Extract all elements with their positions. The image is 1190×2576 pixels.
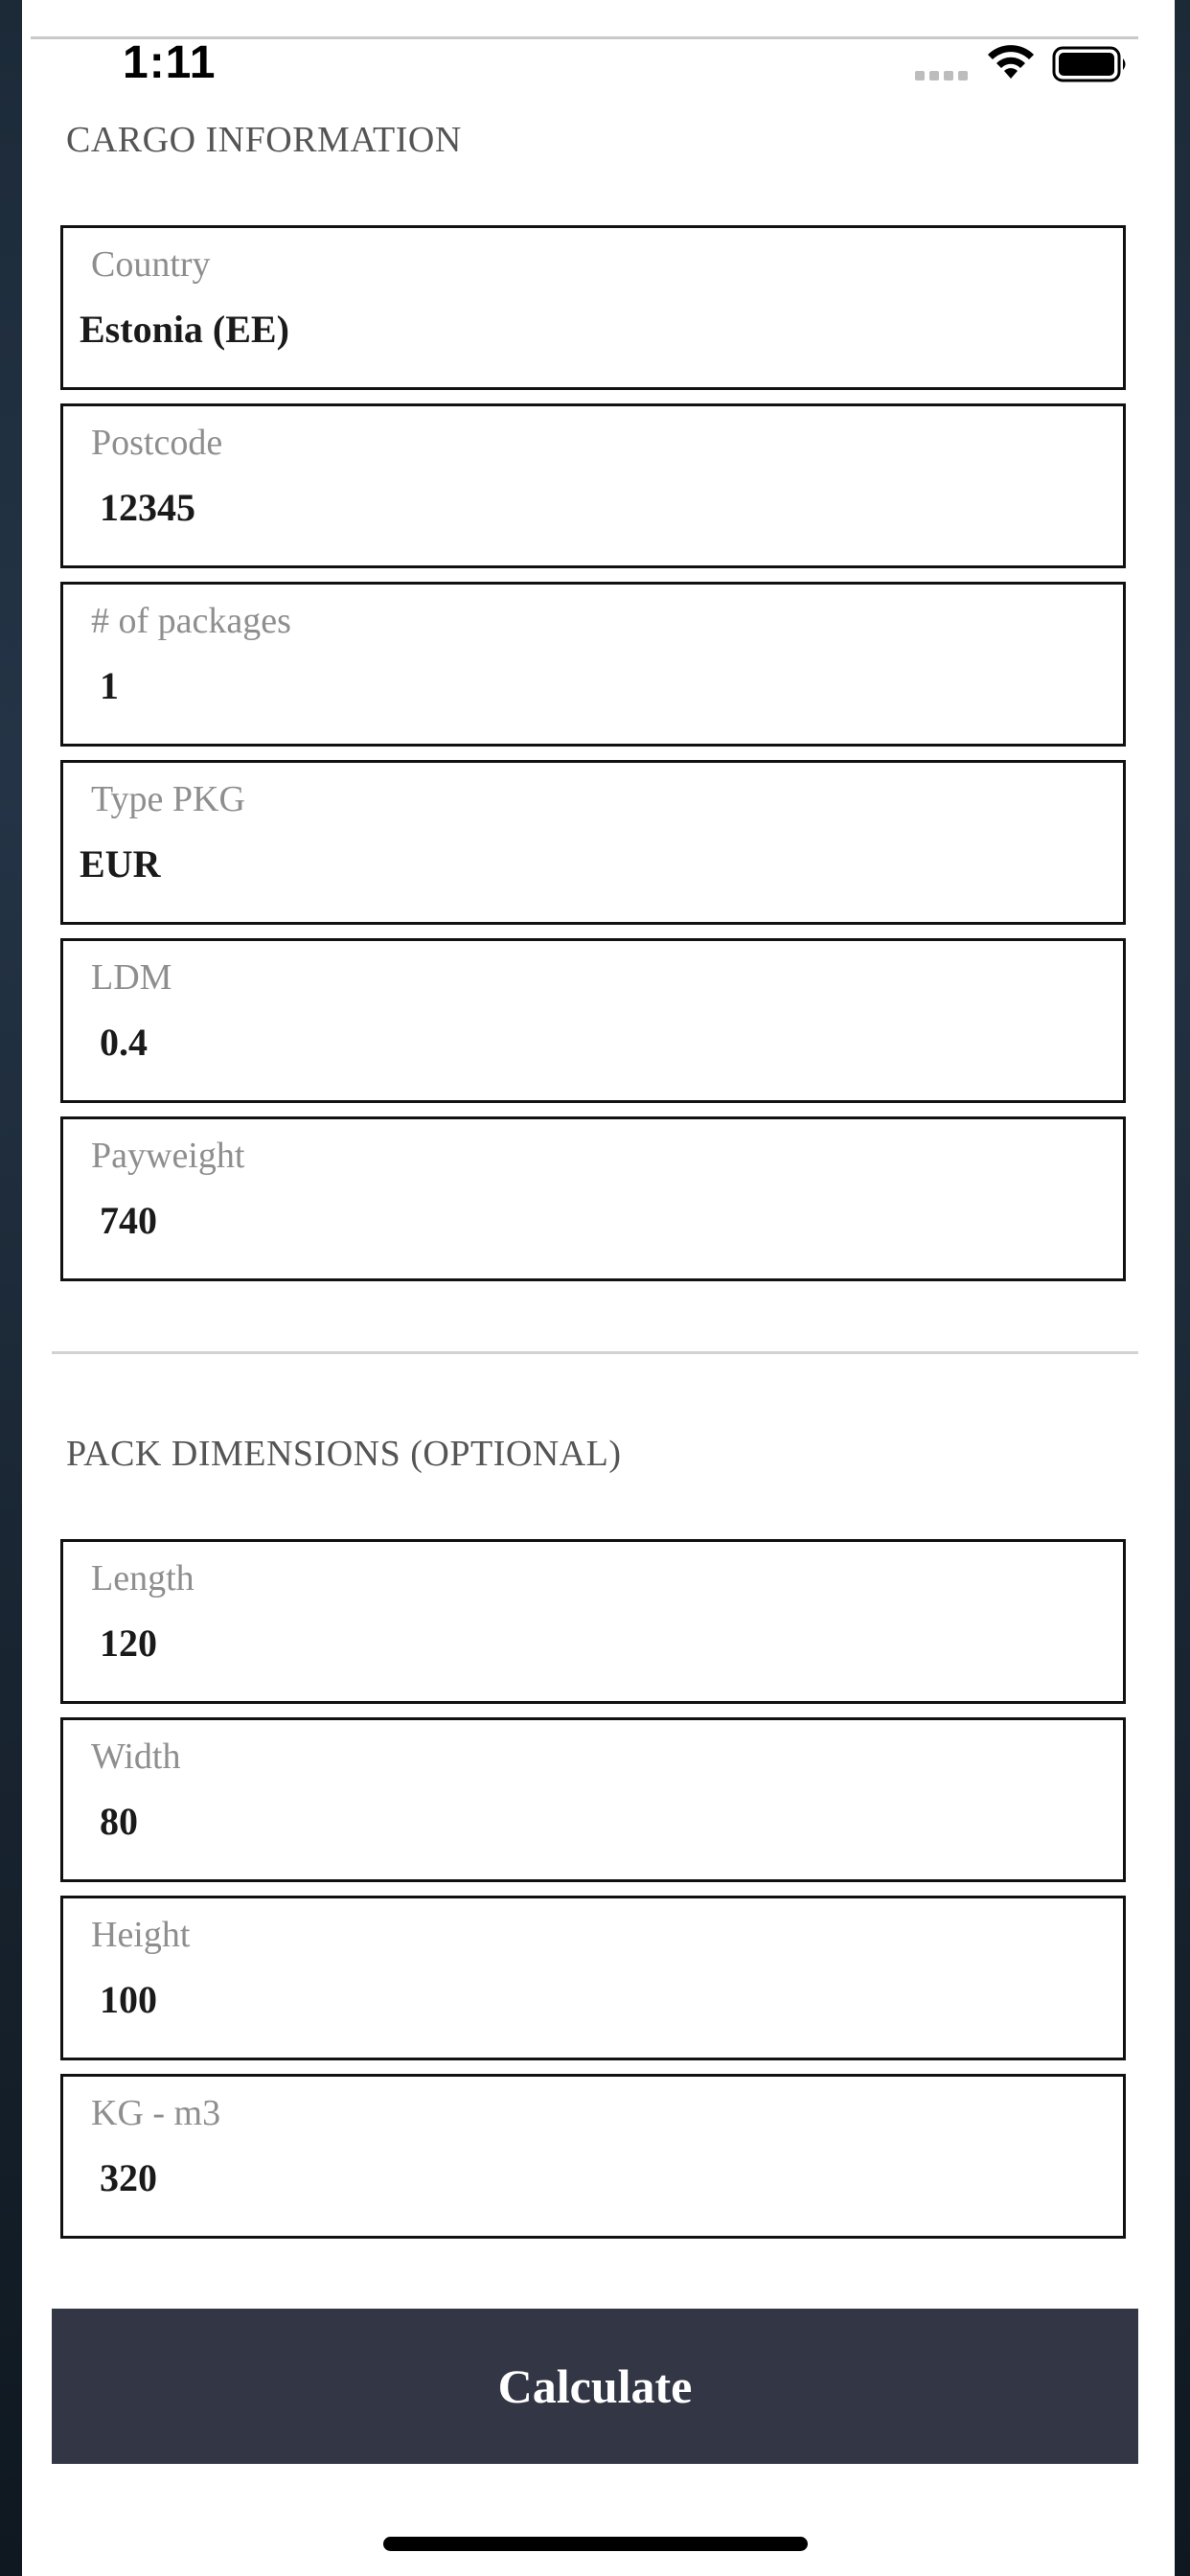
ldm-label: LDM xyxy=(91,957,172,998)
packages-input[interactable]: # of packages 1 xyxy=(60,582,1126,747)
width-input[interactable]: Width 80 xyxy=(60,1717,1126,1882)
height-input[interactable]: Height 100 xyxy=(60,1896,1126,2060)
country-label: Country xyxy=(91,244,211,285)
calculate-button[interactable]: Calculate xyxy=(52,2309,1138,2464)
postcode-input[interactable]: Postcode 12345 xyxy=(60,403,1126,568)
payweight-label: Payweight xyxy=(91,1136,245,1176)
length-label: Length xyxy=(91,1558,195,1598)
package-type-label: Type PKG xyxy=(91,779,245,819)
payweight-input[interactable]: Payweight 740 xyxy=(60,1116,1126,1281)
cargo-section-title: CARGO INFORMATION xyxy=(66,120,462,160)
ldm-input[interactable]: LDM 0.4 xyxy=(60,938,1126,1103)
kg-m3-value: 320 xyxy=(100,2156,157,2199)
home-indicator[interactable] xyxy=(383,2537,808,2551)
kg-m3-input[interactable]: KG - m3 320 xyxy=(60,2074,1126,2239)
section-divider xyxy=(52,1351,1138,1354)
length-value: 120 xyxy=(100,1622,157,1665)
package-type-value: EUR xyxy=(80,842,161,886)
height-label: Height xyxy=(91,1915,191,1955)
battery-icon xyxy=(1052,46,1126,82)
width-label: Width xyxy=(91,1736,181,1777)
country-value: Estonia (EE) xyxy=(80,308,289,351)
height-value: 100 xyxy=(100,1978,157,2021)
dimensions-section-title: PACK DIMENSIONS (OPTIONAL) xyxy=(66,1434,622,1474)
packages-label: # of packages xyxy=(91,601,291,641)
signal-icon xyxy=(915,71,968,80)
ldm-value: 0.4 xyxy=(100,1021,148,1064)
status-time: 1:11 xyxy=(123,37,217,88)
payweight-value: 740 xyxy=(100,1199,157,1242)
width-value: 80 xyxy=(100,1800,138,1843)
kg-m3-label: KG - m3 xyxy=(91,2093,221,2133)
packages-value: 1 xyxy=(100,664,119,707)
postcode-label: Postcode xyxy=(91,423,223,463)
package-type-select[interactable]: Type PKG EUR xyxy=(60,760,1126,925)
length-input[interactable]: Length 120 xyxy=(60,1539,1126,1704)
wifi-icon xyxy=(988,45,1034,79)
postcode-value: 12345 xyxy=(100,486,195,529)
country-select[interactable]: Country Estonia (EE) xyxy=(60,225,1126,390)
